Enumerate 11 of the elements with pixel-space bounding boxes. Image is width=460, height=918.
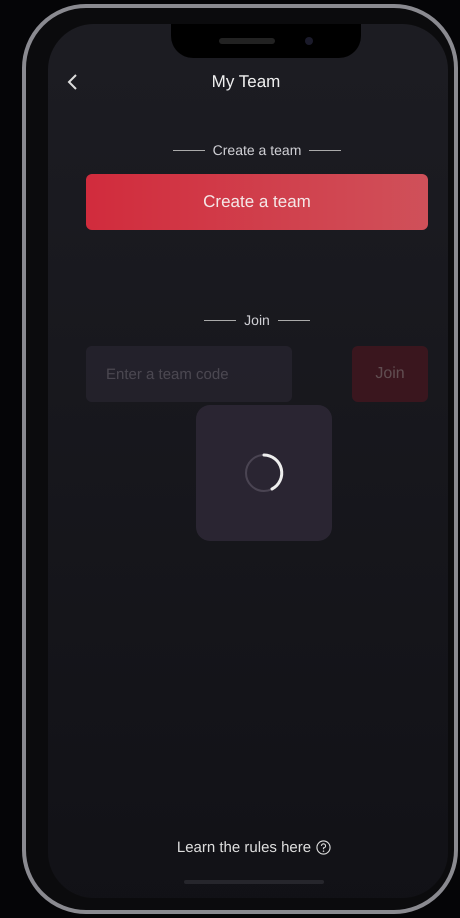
section-label: Create a team	[212, 142, 302, 158]
back-button[interactable]	[66, 73, 78, 91]
camera-dot	[305, 37, 313, 45]
page-title: My Team	[210, 72, 282, 92]
speaker-grille	[219, 38, 275, 44]
back-chevron-icon	[66, 73, 78, 91]
create-team-button[interactable]: Create a team	[86, 174, 428, 230]
rules-link[interactable]: Learn the rules here	[176, 839, 332, 856]
section-label: Join	[244, 312, 270, 328]
question-mark-icon	[316, 840, 332, 855]
spinner-icon	[242, 451, 286, 495]
